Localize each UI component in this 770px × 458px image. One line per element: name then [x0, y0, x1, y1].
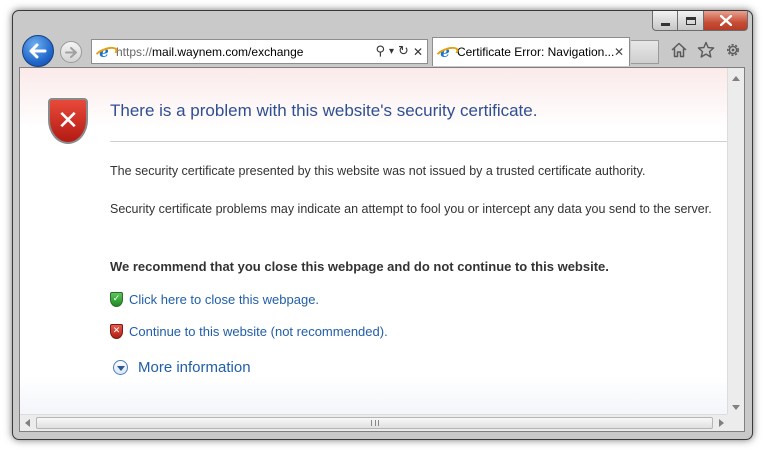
red-shield-icon: ✕ — [110, 324, 123, 339]
scroll-down-icon[interactable] — [732, 405, 740, 410]
expand-icon[interactable] — [113, 360, 128, 375]
vertical-scrollbar[interactable] — [727, 68, 744, 416]
search-icon[interactable]: ⚲ — [375, 45, 385, 58]
back-arrow-icon — [29, 43, 47, 59]
home-icon[interactable] — [670, 41, 688, 59]
more-information-link[interactable]: More information — [138, 359, 251, 376]
tab-close-icon[interactable]: ✕ — [614, 45, 624, 59]
minimize-icon — [660, 22, 670, 26]
close-webpage-link[interactable]: Click here to close this webpage. — [129, 292, 319, 307]
close-webpage-row: ✓ Click here to close this webpage. — [110, 292, 319, 307]
green-shield-icon: ✓ — [110, 292, 123, 307]
window-controls — [652, 11, 748, 31]
url-host: mail.waynem.com/exchange — [152, 44, 304, 59]
url-scheme: https:// — [116, 44, 153, 59]
grip-icon — [370, 420, 379, 426]
tab-title: Certificate Error: Navigation... — [456, 45, 614, 59]
chevron-down-icon[interactable]: ▾ — [389, 46, 394, 57]
star-icon[interactable] — [697, 41, 715, 59]
scrollbar-corner — [727, 414, 744, 431]
page-title: There is a problem with this website's s… — [110, 101, 538, 120]
continue-row: ✕ Continue to this website (not recommen… — [110, 324, 388, 339]
minimize-button[interactable] — [652, 11, 678, 31]
horizontal-scrollbar[interactable] — [20, 414, 729, 431]
recommendation-text: We recommend that you close this webpage… — [110, 259, 609, 274]
certificate-message: The security certificate presented by th… — [110, 164, 646, 178]
maximize-button[interactable] — [678, 11, 704, 31]
address-tools: ⚲ ▾ ↻ ✕ — [375, 45, 427, 58]
gear-icon[interactable] — [724, 41, 742, 59]
navigation-toolbar: e https:// mail.waynem.com/exchange ⚲ ▾ … — [13, 35, 752, 67]
close-window-button[interactable] — [704, 11, 748, 31]
scroll-left-icon[interactable] — [25, 419, 30, 427]
command-icons — [670, 41, 742, 59]
security-warning-message: Security certificate problems may indica… — [110, 202, 712, 216]
refresh-icon[interactable]: ↻ — [398, 45, 409, 58]
page-content: ✕ There is a problem with this website's… — [19, 67, 745, 432]
error-shield-icon: ✕ — [48, 98, 88, 144]
scroll-up-icon[interactable] — [732, 76, 740, 81]
divider — [110, 141, 732, 142]
forward-arrow-icon — [65, 46, 77, 58]
maximize-icon — [685, 16, 696, 25]
close-icon — [719, 15, 732, 26]
ie-logo-icon: e — [96, 43, 112, 61]
tab-ie-logo-icon: e — [437, 43, 453, 61]
stop-icon[interactable]: ✕ — [413, 46, 423, 58]
continue-link[interactable]: Continue to this website (not recommende… — [129, 324, 388, 339]
new-tab-button[interactable] — [631, 40, 659, 64]
address-bar[interactable]: e https:// mail.waynem.com/exchange ⚲ ▾ … — [91, 39, 428, 64]
back-button[interactable] — [22, 35, 54, 67]
tab-certificate-error[interactable]: e Certificate Error: Navigation... ✕ — [432, 37, 630, 66]
scroll-right-icon[interactable] — [719, 419, 724, 427]
horizontal-scroll-thumb[interactable] — [36, 417, 713, 429]
browser-window: e https:// mail.waynem.com/exchange ⚲ ▾ … — [12, 10, 753, 440]
forward-button[interactable] — [60, 41, 82, 63]
more-info-row[interactable]: More information — [110, 359, 251, 376]
